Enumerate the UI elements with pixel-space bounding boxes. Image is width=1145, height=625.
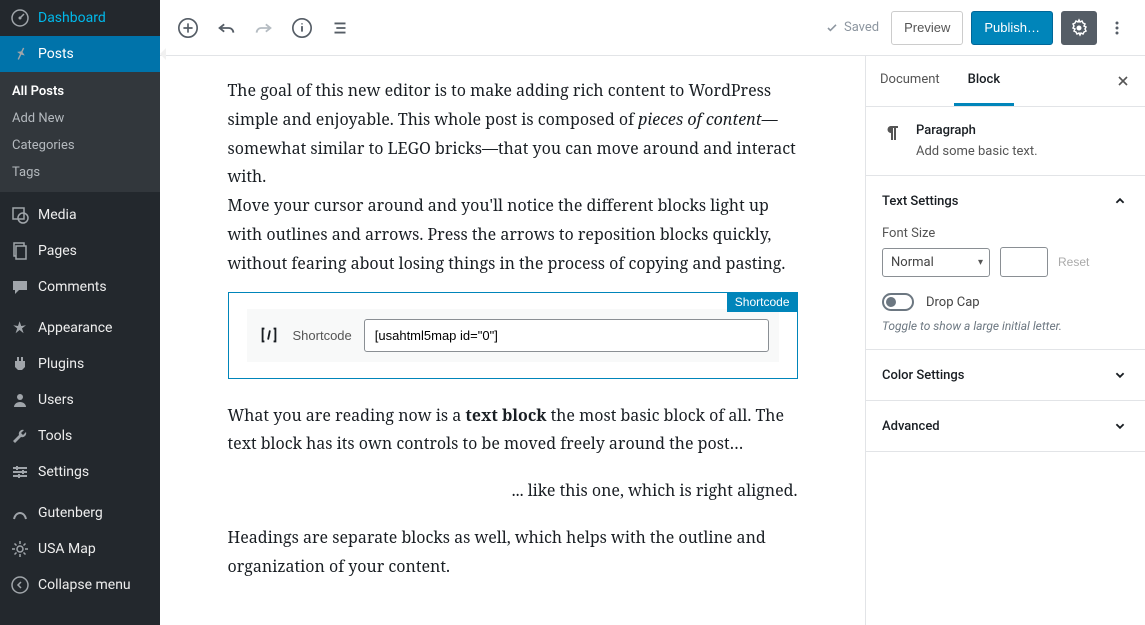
redo-button[interactable] <box>246 10 282 46</box>
shortcode-input[interactable] <box>364 319 769 352</box>
nav-settings[interactable]: Settings <box>0 454 160 490</box>
appearance-icon <box>10 318 30 338</box>
block-description: Add some basic text. <box>916 144 1038 159</box>
subnav-categories[interactable]: Categories <box>0 132 160 159</box>
preview-button[interactable]: Preview <box>891 11 963 45</box>
font-size-label: Font Size <box>882 226 1129 241</box>
paragraph-icon <box>882 123 902 143</box>
chevron-down-icon <box>1111 366 1129 384</box>
panel-toggle[interactable]: Text Settings <box>866 176 1145 226</box>
paragraph-block[interactable]: ... like this one, which is right aligne… <box>228 476 798 505</box>
panel-color-settings: Color Settings <box>866 350 1145 401</box>
more-menu-button[interactable] <box>1099 10 1135 46</box>
nav-comments[interactable]: Comments <box>0 269 160 305</box>
shortcode-icon <box>257 323 281 347</box>
inspector-sidebar: Document Block Paragraph Add some basic … <box>865 56 1145 625</box>
nav-posts[interactable]: Posts <box>0 36 160 72</box>
nav-posts-submenu: All Posts Add New Categories Tags <box>0 72 160 192</box>
subnav-all-posts[interactable]: All Posts <box>0 78 160 105</box>
nav-label: Tools <box>38 428 72 444</box>
nav-tools[interactable]: Tools <box>0 418 160 454</box>
font-size-custom-input[interactable] <box>1000 247 1048 277</box>
drop-cap-label: Drop Cap <box>926 295 980 310</box>
close-inspector-button[interactable] <box>1101 63 1145 99</box>
panel-title: Text Settings <box>882 194 958 209</box>
nav-label: USA Map <box>38 541 96 557</box>
main-area: Saved Preview Publish… The goal of this … <box>160 0 1145 625</box>
saved-indicator: Saved <box>824 20 879 36</box>
users-icon <box>10 390 30 410</box>
paragraph-block[interactable]: Headings are separate blocks as well, wh… <box>228 523 798 581</box>
nav-media[interactable]: Media <box>0 197 160 233</box>
panel-toggle[interactable]: Color Settings <box>866 350 1145 400</box>
info-button[interactable] <box>284 10 320 46</box>
block-header: Paragraph Add some basic text. <box>866 107 1145 176</box>
nav-usa-map[interactable]: USA Map <box>0 531 160 567</box>
editor-topbar: Saved Preview Publish… <box>160 0 1145 56</box>
nav-label: Collapse menu <box>38 577 131 593</box>
media-icon <box>10 205 30 225</box>
paragraph-block[interactable]: What you are reading now is a text block… <box>228 401 798 459</box>
drop-cap-hint: Toggle to show a large initial letter. <box>882 319 1129 333</box>
nav-label: Gutenberg <box>38 505 103 521</box>
editor-canvas[interactable]: The goal of this new editor is to make a… <box>160 56 865 625</box>
nav-label: Settings <box>38 464 89 480</box>
nav-label: Pages <box>38 243 77 259</box>
nav-label: Plugins <box>38 356 84 372</box>
reset-button[interactable]: Reset <box>1058 255 1089 269</box>
plugins-icon <box>10 354 30 374</box>
nav-dashboard[interactable]: Dashboard <box>0 0 160 36</box>
publish-button[interactable]: Publish… <box>971 11 1053 45</box>
nav-label: Media <box>38 207 77 223</box>
chevron-down-icon <box>1111 417 1129 435</box>
shortcode-block[interactable]: Shortcode Shortcode <box>228 292 798 379</box>
outline-button[interactable] <box>322 10 358 46</box>
nav-users[interactable]: Users <box>0 382 160 418</box>
nav-label: Comments <box>38 279 107 295</box>
block-name: Paragraph <box>916 123 1038 138</box>
nav-pages[interactable]: Pages <box>0 233 160 269</box>
drop-cap-toggle[interactable] <box>882 293 914 311</box>
tab-block[interactable]: Block <box>954 56 1014 106</box>
nav-label: Users <box>38 392 74 408</box>
block-type-tag: Shortcode <box>727 292 798 312</box>
chevron-up-icon <box>1111 192 1129 210</box>
dashboard-icon <box>10 8 30 28</box>
inspector-tabs: Document Block <box>866 56 1145 107</box>
collapse-icon <box>10 575 30 595</box>
panel-advanced: Advanced <box>866 401 1145 452</box>
add-block-button[interactable] <box>170 10 206 46</box>
undo-button[interactable] <box>208 10 244 46</box>
gear-icon <box>10 539 30 559</box>
pushpin-icon <box>10 44 30 64</box>
check-icon <box>824 20 840 36</box>
comments-icon <box>10 277 30 297</box>
paragraph-block[interactable]: The goal of this new editor is to make a… <box>228 76 798 191</box>
subnav-add-new[interactable]: Add New <box>0 105 160 132</box>
panel-title: Advanced <box>882 419 940 434</box>
tab-document[interactable]: Document <box>866 56 954 106</box>
font-size-select[interactable]: Normal <box>882 248 990 277</box>
nav-collapse[interactable]: Collapse menu <box>0 567 160 603</box>
panel-toggle[interactable]: Advanced <box>866 401 1145 451</box>
nav-label: Appearance <box>38 320 112 336</box>
panel-text-settings: Text Settings Font Size Normal Reset Dro… <box>866 176 1145 350</box>
settings-toggle-button[interactable] <box>1061 11 1097 45</box>
admin-sidebar: Dashboard Posts All Posts Add New Catego… <box>0 0 160 625</box>
saved-label: Saved <box>844 20 879 35</box>
nav-plugins[interactable]: Plugins <box>0 346 160 382</box>
nav-appearance[interactable]: Appearance <box>0 310 160 346</box>
subnav-tags[interactable]: Tags <box>0 159 160 186</box>
gutenberg-icon <box>10 503 30 523</box>
panel-title: Color Settings <box>882 368 964 383</box>
tools-icon <box>10 426 30 446</box>
workspace: The goal of this new editor is to make a… <box>160 56 1145 625</box>
settings-icon <box>10 462 30 482</box>
shortcode-label: Shortcode <box>293 328 352 343</box>
pages-icon <box>10 241 30 261</box>
nav-gutenberg[interactable]: Gutenberg <box>0 495 160 531</box>
nav-label: Posts <box>38 46 74 62</box>
nav-label: Dashboard <box>38 10 106 26</box>
paragraph-block[interactable]: Move your cursor around and you'll notic… <box>228 191 798 277</box>
